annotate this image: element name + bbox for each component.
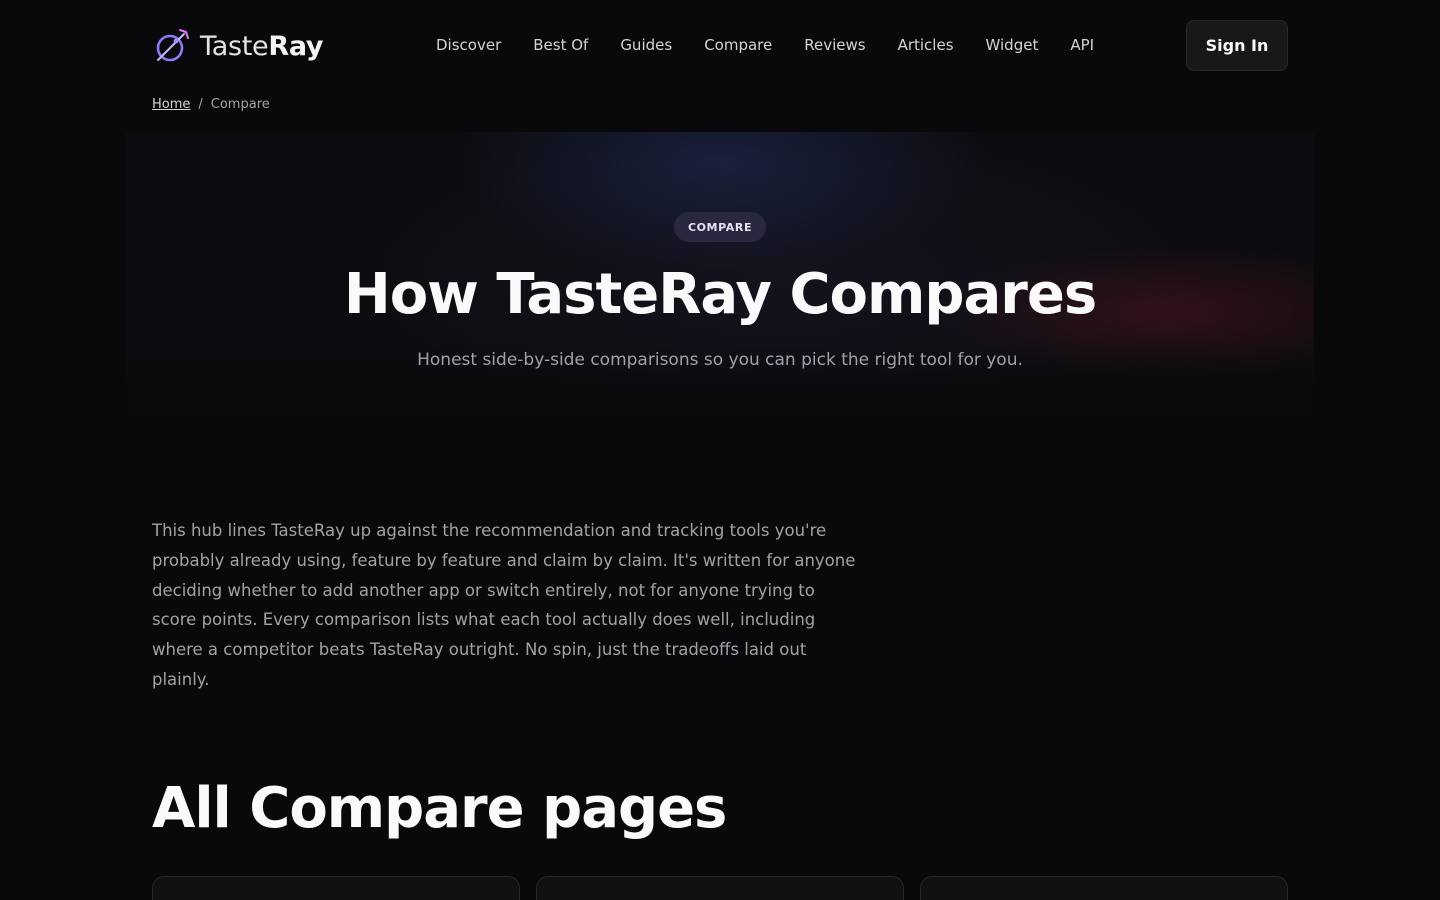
nav-compare[interactable]: Compare bbox=[688, 34, 788, 56]
nav-guides[interactable]: Guides bbox=[604, 34, 688, 56]
page-subtitle: Honest side-by-side comparisons so you c… bbox=[417, 350, 1023, 370]
breadcrumb-home-link[interactable]: Home bbox=[152, 97, 190, 112]
nav-api[interactable]: API bbox=[1054, 34, 1110, 56]
tasteray-logo-icon bbox=[156, 29, 189, 62]
nav-widget[interactable]: Widget bbox=[970, 34, 1055, 56]
main-nav: Discover Best Of Guides Compare Reviews … bbox=[420, 34, 1110, 56]
nav-articles[interactable]: Articles bbox=[882, 34, 970, 56]
logo-link[interactable]: TasteRay bbox=[152, 26, 324, 66]
section-title: All Compare pages bbox=[152, 776, 727, 841]
compare-card[interactable] bbox=[920, 876, 1288, 900]
compare-card[interactable] bbox=[152, 876, 520, 900]
breadcrumb: Home / Compare bbox=[152, 97, 270, 112]
intro-paragraph: This hub lines TasteRay up against the r… bbox=[152, 521, 856, 689]
nav-best-of[interactable]: Best Of bbox=[517, 34, 604, 56]
breadcrumb-separator: / bbox=[198, 97, 203, 112]
nav-reviews[interactable]: Reviews bbox=[788, 34, 881, 56]
logo-wordmark: TasteRay bbox=[200, 30, 324, 62]
site-header: TasteRay Discover Best Of Guides Compare… bbox=[0, 0, 1440, 90]
page-title: How TasteRay Compares bbox=[343, 262, 1097, 327]
breadcrumb-current: Compare bbox=[210, 97, 270, 112]
sign-in-button[interactable]: Sign In bbox=[1186, 20, 1288, 71]
compare-card[interactable] bbox=[536, 876, 904, 900]
compare-card-list bbox=[152, 876, 1288, 900]
hero-badge: COMPARE bbox=[674, 212, 766, 242]
nav-discover[interactable]: Discover bbox=[420, 34, 517, 56]
